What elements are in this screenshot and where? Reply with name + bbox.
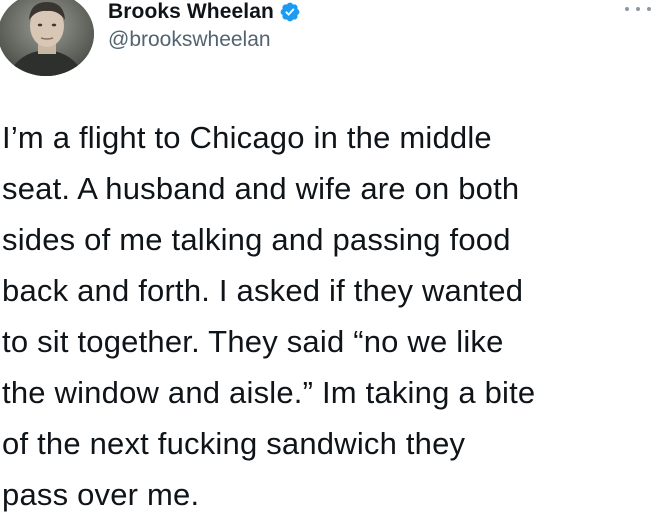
avatar[interactable]	[0, 0, 94, 76]
tweet-text-line: to sit together. They said “no we like	[2, 324, 504, 359]
more-options-icon[interactable]	[625, 2, 651, 16]
name-row: Brooks Wheelan	[108, 0, 301, 27]
tweet-text-line: I’m a flight to Chicago in the middle	[2, 120, 492, 155]
profile-photo-icon	[0, 0, 94, 76]
more-dot	[625, 7, 629, 11]
tweet-text: I’m a flight to Chicago in the middle se…	[2, 112, 654, 520]
tweet-header: Brooks Wheelan @brookswheelan	[108, 0, 301, 70]
tweet-text-line: sides of me talking and passing food	[2, 222, 511, 257]
tweet-text-line: seat. A husband and wife are on both	[2, 171, 520, 206]
tweet-text-line: back and forth. I asked if they wanted	[2, 273, 524, 308]
more-dot	[636, 7, 640, 11]
tweet-text-line: of the next fucking sandwich they	[2, 426, 466, 461]
verified-badge-icon	[280, 2, 300, 22]
tweet-card: Brooks Wheelan @brookswheelan I’m a flig…	[0, 0, 659, 520]
tweet-text-line: pass over me.	[2, 477, 200, 512]
tweet-text-line: the window and aisle.” Im taking a bite	[2, 375, 536, 410]
more-dot	[647, 7, 651, 11]
display-name[interactable]: Brooks Wheelan	[108, 0, 274, 24]
author-handle[interactable]: @brookswheelan	[108, 28, 301, 52]
